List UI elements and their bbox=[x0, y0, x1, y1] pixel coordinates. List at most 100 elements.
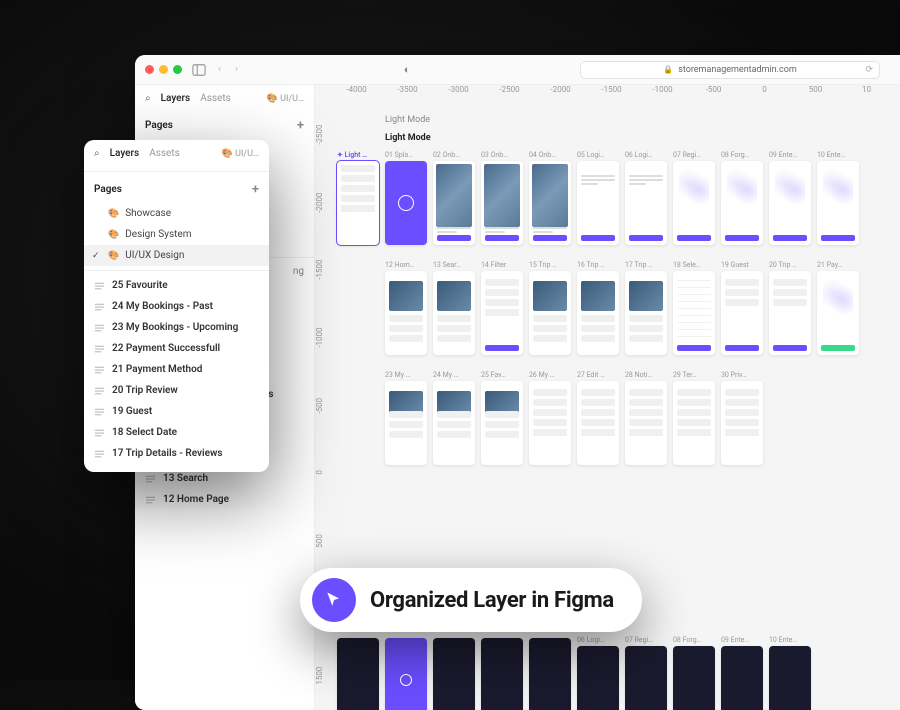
artboard-frame[interactable]: 10 Ente… bbox=[769, 636, 811, 710]
artboard-frame[interactable]: 09 Ente… bbox=[769, 151, 811, 245]
ruler-tick: 0 bbox=[315, 439, 331, 507]
pages-label: Pages bbox=[94, 184, 122, 195]
frame-name: 06 Logi… bbox=[577, 636, 619, 644]
artboard-frame[interactable]: 10 Ente… bbox=[817, 151, 859, 245]
page-item[interactable]: 🎨Showcase bbox=[84, 203, 269, 224]
ruler-tick: -500 bbox=[688, 85, 739, 101]
artboard-frame[interactable]: 04 Onb… bbox=[529, 151, 571, 245]
layer-row[interactable]: 12 Home Page bbox=[135, 489, 314, 510]
project-dropdown[interactable]: 🎨 UI/U… bbox=[222, 149, 259, 159]
frame-icon bbox=[94, 448, 105, 459]
pages-header: Pages + bbox=[135, 112, 314, 139]
artboard-frame[interactable]: 15 Trip … bbox=[529, 261, 571, 355]
search-icon[interactable]: ⌕ bbox=[94, 148, 100, 159]
artboard-frame[interactable]: 06 Logi… bbox=[625, 151, 667, 245]
ruler-tick: -2000 bbox=[315, 169, 331, 237]
artboard-frame[interactable]: 21 Pay… bbox=[817, 261, 859, 355]
artboard-frame[interactable]: 25 Fav… bbox=[481, 371, 523, 465]
artboard-frame[interactable] bbox=[433, 636, 475, 710]
artboard-frame[interactable]: 30 Priv… bbox=[721, 371, 763, 465]
tab-layers[interactable]: Layers bbox=[161, 93, 191, 104]
frame-name: 05 Logi… bbox=[577, 151, 619, 159]
ruler-tick: -3000 bbox=[433, 85, 484, 101]
frame-icon bbox=[94, 301, 105, 312]
layer-label: 12 Home Page bbox=[163, 494, 229, 505]
layer-label: 21 Payment Method bbox=[112, 364, 202, 375]
artboard-frame[interactable]: 03 Onb… bbox=[481, 151, 523, 245]
minimize-dot[interactable] bbox=[159, 65, 168, 74]
artboard-frame[interactable]: 01 Spla… bbox=[385, 151, 427, 245]
artboard-frame[interactable]: 18 Sele… bbox=[673, 261, 715, 355]
artboard-frame[interactable]: 08 Forg… bbox=[721, 151, 763, 245]
artboard-row-2: 12 Hom…13 Sear…14 Filter15 Trip …16 Trip… bbox=[385, 261, 900, 355]
layer-row[interactable]: 21 Payment Method bbox=[84, 359, 269, 380]
sidebar-toggle-icon[interactable] bbox=[192, 63, 206, 77]
tab-assets[interactable]: Assets bbox=[149, 148, 180, 159]
artboard-frame[interactable]: 02 Onb… bbox=[433, 151, 475, 245]
artboard-frame[interactable]: 07 Regi… bbox=[625, 636, 667, 710]
zoom-dot[interactable] bbox=[173, 65, 182, 74]
privacy-shield-icon[interactable]: ◐ bbox=[404, 63, 411, 76]
frame-name: 10 Ente… bbox=[817, 151, 859, 159]
layers-list-front: 25 Favourite24 My Bookings - Past23 My B… bbox=[84, 275, 269, 464]
nav-fwd-icon[interactable]: › bbox=[233, 64, 240, 75]
ruler-tick: -1000 bbox=[315, 304, 331, 372]
artboard-frame[interactable]: 13 Sear… bbox=[433, 261, 475, 355]
url-bar[interactable]: 🔒 storemanagementadmin.com ⟳ bbox=[580, 61, 880, 79]
layer-row[interactable]: 22 Payment Successfull bbox=[84, 338, 269, 359]
add-page-icon[interactable]: + bbox=[297, 118, 304, 133]
artboard-frame[interactable]: 17 Trip … bbox=[625, 261, 667, 355]
layer-row[interactable]: 23 My Bookings - Upcoming bbox=[84, 317, 269, 338]
ruler-horizontal: -4000-3500-3000-2500-2000-1500-1000-5000… bbox=[331, 85, 900, 101]
ruler-tick: -1500 bbox=[315, 236, 331, 304]
tab-assets[interactable]: Assets bbox=[200, 93, 231, 104]
artboard-frame[interactable]: 19 Guest bbox=[721, 261, 763, 355]
url-text: storemanagementadmin.com bbox=[678, 65, 797, 75]
layer-row[interactable]: 24 My Bookings - Past bbox=[84, 296, 269, 317]
artboard-row-1: ✦ Light …01 Spla…02 Onb…03 Onb…04 Onb… 05… bbox=[337, 151, 900, 245]
artboard-frame[interactable]: 09 Ente… bbox=[721, 636, 763, 710]
frame-name: 18 Sele… bbox=[673, 261, 715, 269]
search-icon[interactable]: ⌕ bbox=[145, 93, 151, 104]
artboard-frame[interactable]: 08 Forg… bbox=[673, 636, 715, 710]
artboard-frame[interactable]: 05 Logi… bbox=[577, 151, 619, 245]
nav-back-icon[interactable]: ‹ bbox=[216, 64, 223, 75]
frame-icon bbox=[94, 406, 105, 417]
tab-layers[interactable]: Layers bbox=[110, 148, 140, 159]
layer-row[interactable]: 19 Guest bbox=[84, 401, 269, 422]
artboard-frame[interactable]: 29 Ter… bbox=[673, 371, 715, 465]
layer-row[interactable]: 25 Favourite bbox=[84, 275, 269, 296]
layer-row[interactable]: 17 Trip Details - Reviews bbox=[84, 443, 269, 464]
frame-name: 21 Pay… bbox=[817, 261, 859, 269]
artboard-frame[interactable]: 23 My … bbox=[385, 371, 427, 465]
project-dropdown[interactable]: 🎨 UI/U… bbox=[267, 94, 304, 104]
add-page-icon[interactable]: + bbox=[252, 182, 259, 197]
artboard-frame[interactable] bbox=[481, 636, 523, 710]
artboard-frame[interactable]: ✦ Light … bbox=[337, 151, 379, 245]
artboard-frame[interactable]: 07 Regi… bbox=[673, 151, 715, 245]
ruler-tick: -1500 bbox=[586, 85, 637, 101]
layer-label: 19 Guest bbox=[112, 406, 152, 417]
artboard-frame[interactable]: 26 My … bbox=[529, 371, 571, 465]
frame-name: 30 Priv… bbox=[721, 371, 763, 379]
artboard-frame[interactable] bbox=[385, 636, 427, 710]
frame-name: 19 Guest bbox=[721, 261, 763, 269]
layer-row[interactable]: 20 Trip Review bbox=[84, 380, 269, 401]
artboard-frame[interactable]: 06 Logi… bbox=[577, 636, 619, 710]
artboard-frame[interactable]: 20 Trip … bbox=[769, 261, 811, 355]
artboard-frame[interactable] bbox=[529, 636, 571, 710]
artboard-frame[interactable]: 16 Trip … bbox=[577, 261, 619, 355]
page-item[interactable]: 🎨Design System bbox=[84, 224, 269, 245]
layer-row[interactable]: 18 Select Date bbox=[84, 422, 269, 443]
close-dot[interactable] bbox=[145, 65, 154, 74]
page-item[interactable]: ✓🎨UI/UX Design bbox=[84, 245, 269, 266]
refresh-icon[interactable]: ⟳ bbox=[865, 65, 873, 75]
artboard-frame[interactable]: 12 Hom… bbox=[385, 261, 427, 355]
artboard-frame[interactable]: 14 Filter bbox=[481, 261, 523, 355]
artboard-frame[interactable]: 24 My … bbox=[433, 371, 475, 465]
artboard-frame[interactable]: 28 Noti… bbox=[625, 371, 667, 465]
frame-name: 23 My … bbox=[385, 371, 427, 379]
artboard-frame[interactable]: 27 Edit … bbox=[577, 371, 619, 465]
artboard-frame[interactable] bbox=[337, 636, 379, 710]
frame-icon bbox=[145, 494, 156, 505]
